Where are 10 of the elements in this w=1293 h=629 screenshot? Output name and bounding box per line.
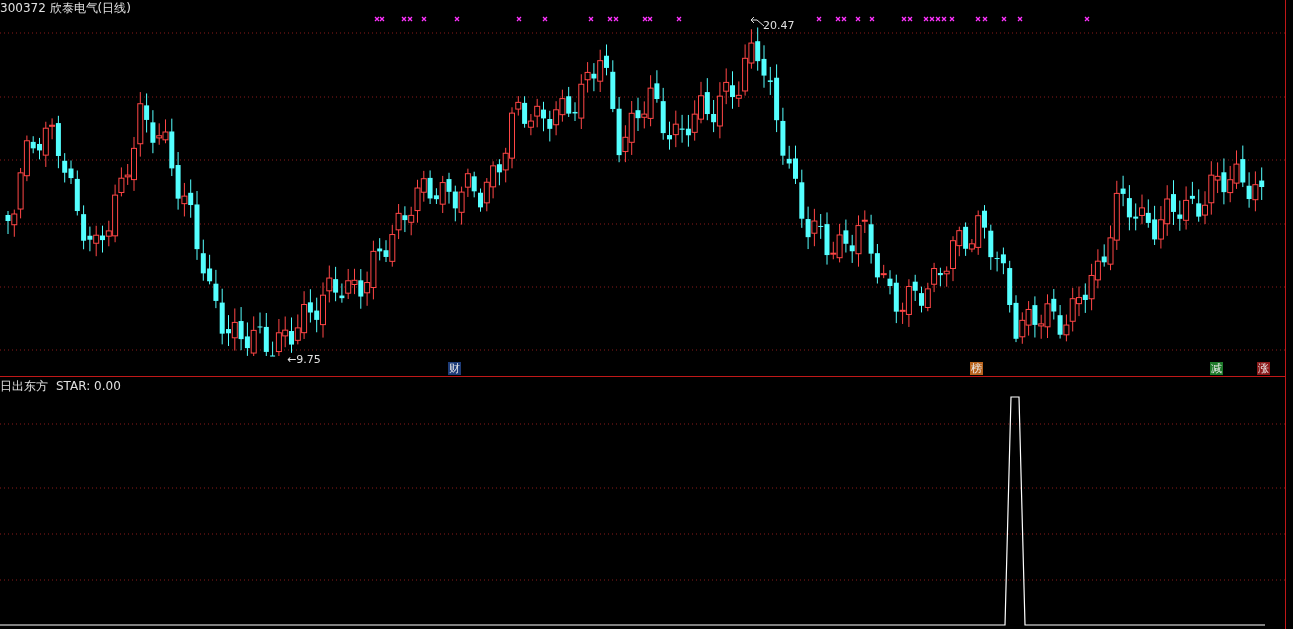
event-marker: 减 bbox=[1210, 362, 1223, 375]
low-price-label: ←9.75 bbox=[287, 353, 321, 367]
indicator-reading: STAR: 0.00 bbox=[56, 378, 121, 394]
event-marker: 财 bbox=[448, 362, 461, 375]
indicator-title: 日出东方 bbox=[0, 378, 48, 394]
high-price-label: 20.47 bbox=[763, 19, 795, 33]
arrow-icon bbox=[750, 16, 765, 27]
event-marker: 涨 bbox=[1257, 362, 1270, 375]
window-title: 300372 欣泰电气(日线) bbox=[0, 0, 131, 16]
event-marker: 榜 bbox=[970, 362, 983, 375]
